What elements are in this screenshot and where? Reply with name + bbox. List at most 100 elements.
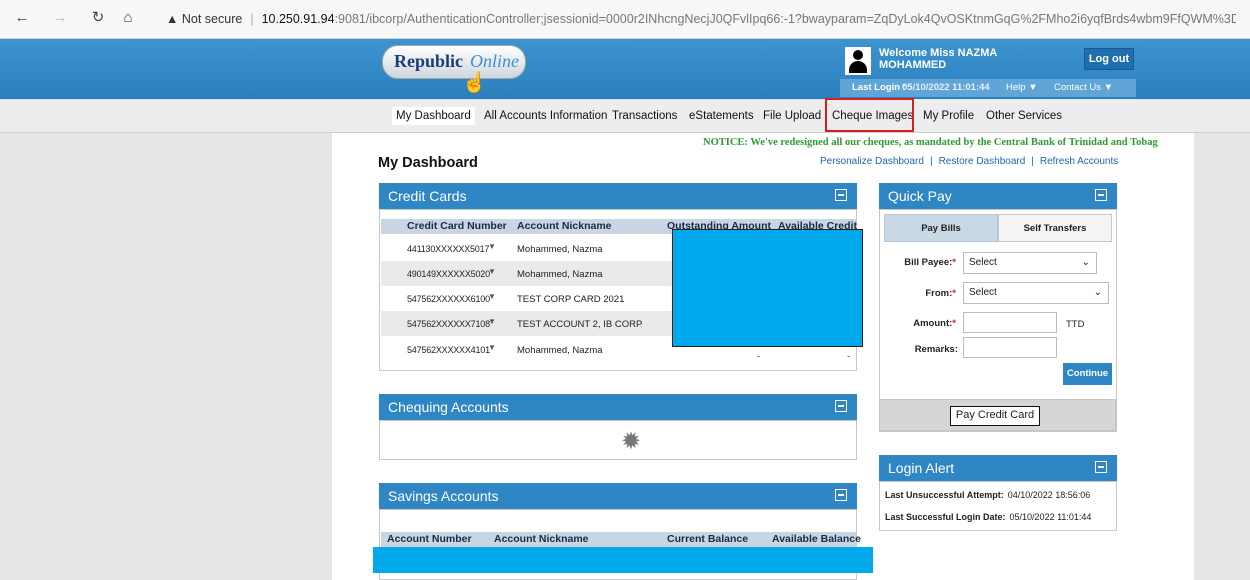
url-host: 10.250.91.94 (261, 12, 335, 26)
last-successful-login: Last Successful Login Date: 05/10/2022 11… (885, 512, 1092, 522)
logo-republic-text: Republic (394, 51, 464, 71)
dropdown-caret-icon[interactable]: ▼ (488, 343, 496, 352)
nav-estatements[interactable]: eStatements (689, 107, 754, 125)
from-account-select[interactable]: Select ⌄ (963, 282, 1109, 304)
redacted-amounts (672, 229, 863, 347)
cheque-images-highlight (825, 98, 914, 132)
nav-all-accounts[interactable]: All Accounts Information (484, 107, 607, 125)
loading-spinner-icon: ✹ (621, 428, 642, 455)
republic-online-logo[interactable]: Republic Online (382, 45, 526, 79)
savings-accounts-title: Savings Accounts (388, 488, 499, 504)
contact-us-menu[interactable]: Contact Us ▼ (1054, 79, 1113, 97)
notice-banner: NOTICE: We've redesigned all our cheques… (703, 137, 1158, 148)
hand-pointer-icon: ☝ (462, 72, 487, 94)
available-dash: - (847, 351, 850, 361)
last-login-label: Last Login : (852, 82, 906, 93)
page-title: My Dashboard (378, 155, 478, 171)
nav-other-services[interactable]: Other Services (986, 107, 1062, 125)
chequing-accounts-title: Chequing Accounts (388, 399, 509, 415)
savings-accounts-header: Savings Accounts (379, 483, 857, 509)
bill-payee-select[interactable]: Select ⌄ (963, 252, 1097, 274)
last-login-bar: Last Login : 05/10/2022 11:01:44 Help ▼ … (840, 79, 1136, 97)
account-nickname: Mohammed, Nazma (517, 269, 603, 280)
account-nickname: Mohammed, Nazma (517, 244, 603, 255)
nav-my-profile[interactable]: My Profile (923, 107, 974, 125)
chevron-down-icon: ⌄ (1093, 287, 1102, 298)
tab-self-transfers[interactable]: Self Transfers (998, 214, 1112, 242)
currency-label: TTD (1066, 319, 1085, 330)
logo-online-text: Online (470, 51, 519, 71)
dropdown-caret-icon[interactable]: ▼ (488, 267, 496, 276)
remarks-label: Remarks: (914, 344, 958, 355)
home-icon[interactable]: ⌂ (118, 8, 138, 28)
continue-button[interactable]: Continue (1063, 363, 1112, 385)
col-account-nickname[interactable]: Account Nickname (494, 533, 589, 545)
minimize-icon[interactable] (835, 489, 847, 501)
help-caret-icon: ▼ (1028, 82, 1038, 93)
address-bar[interactable]: ▲ Not secure | 10.250.91.94:9081/ibcorp/Au… (166, 9, 1236, 29)
card-number: 547562XXXXXX6100 (407, 294, 490, 304)
account-nickname: TEST ACCOUNT 2, IB CORP (517, 319, 643, 330)
amount-label: Amount:* (913, 318, 956, 329)
minimize-icon[interactable] (1095, 189, 1107, 201)
browser-toolbar: ← → ↻ ⌂ ▲ Not secure | 10.250.91.94:9081/i… (0, 0, 1250, 39)
logout-button[interactable]: Log out (1084, 48, 1134, 70)
dropdown-caret-icon[interactable]: ▼ (488, 292, 496, 301)
nav-my-dashboard[interactable]: My Dashboard (392, 107, 475, 125)
login-alert-header: Login Alert (879, 455, 1117, 481)
welcome-text: Welcome Miss NAZMA MOHAMMED (879, 47, 997, 71)
not-secure-label: Not secure (181, 12, 243, 26)
reload-icon[interactable]: ↻ (88, 8, 108, 28)
contact-caret-icon: ▼ (1103, 82, 1114, 93)
card-number: 441130XXXXXX5017 (407, 244, 490, 254)
redacted-savings-row (373, 547, 873, 573)
welcome-line-2: MOHAMMED (879, 59, 947, 71)
restore-dashboard-link[interactable]: Restore Dashboard (939, 156, 1026, 167)
quick-pay-title: Quick Pay (888, 188, 952, 204)
login-alert-body (879, 481, 1117, 531)
tab-pay-bills[interactable]: Pay Bills (884, 214, 998, 242)
last-login-value: 05/10/2022 11:01:44 (902, 82, 990, 93)
from-label: From:* (925, 288, 956, 299)
col-account-number[interactable]: Account Number (387, 533, 472, 545)
card-number: 547562XXXXXX7108 (407, 319, 490, 329)
forward-icon[interactable]: → (50, 8, 70, 28)
remarks-input[interactable] (963, 337, 1057, 358)
login-alert-title: Login Alert (888, 460, 955, 476)
personalize-dashboard-link[interactable]: Personalize Dashboard (820, 156, 924, 167)
nav-file-upload[interactable]: File Upload (763, 107, 821, 125)
outstanding-dash: - (757, 351, 760, 361)
col-available-balance[interactable]: Available Balance (772, 533, 861, 545)
account-nickname: TEST CORP CARD 2021 (517, 294, 625, 305)
col-card-number[interactable]: Credit Card Number (407, 220, 507, 232)
back-icon[interactable]: ← (12, 8, 32, 28)
account-nickname: Mohammed, Nazma (517, 345, 603, 356)
minimize-icon[interactable] (835, 189, 847, 201)
minimize-icon[interactable] (835, 400, 847, 412)
col-current-balance[interactable]: Current Balance (667, 533, 748, 545)
nav-transactions[interactable]: Transactions (612, 107, 677, 125)
dropdown-caret-icon[interactable]: ▼ (488, 317, 496, 326)
refresh-accounts-link[interactable]: Refresh Accounts (1040, 156, 1118, 167)
welcome-line-1: Welcome Miss NAZMA (879, 47, 998, 59)
dropdown-caret-icon[interactable]: ▼ (488, 242, 496, 251)
pay-credit-card-button[interactable]: Pay Credit Card (950, 406, 1040, 426)
bill-payee-label: Bill Payee:* (904, 257, 956, 268)
quick-pay-tabs: Pay Bills Self Transfers (882, 213, 1114, 243)
last-unsuccessful-attempt: Last Unsuccessful Attempt: 04/10/2022 18:… (885, 490, 1091, 500)
url-path: :9081/ibcorp/AuthenticationController;js… (334, 12, 1236, 26)
col-account-nickname[interactable]: Account Nickname (517, 220, 612, 232)
credit-cards-title: Credit Cards (388, 188, 467, 204)
minimize-icon[interactable] (1095, 461, 1107, 473)
amount-input[interactable] (963, 312, 1057, 333)
card-number: 547562XXXXXX4101 (407, 345, 490, 355)
card-number: 490149XXXXXX5020 (407, 269, 490, 279)
help-menu[interactable]: Help ▼ (1006, 79, 1038, 97)
chevron-down-icon: ⌄ (1081, 257, 1090, 268)
dashboard-links: Personalize Dashboard | Restore Dashboard |… (820, 156, 1119, 167)
warning-icon: ▲ (166, 12, 179, 26)
quick-pay-header: Quick Pay (879, 183, 1117, 209)
chequing-accounts-header: Chequing Accounts (379, 394, 857, 420)
user-avatar-icon (845, 47, 871, 75)
chequing-accounts-body (379, 420, 857, 460)
